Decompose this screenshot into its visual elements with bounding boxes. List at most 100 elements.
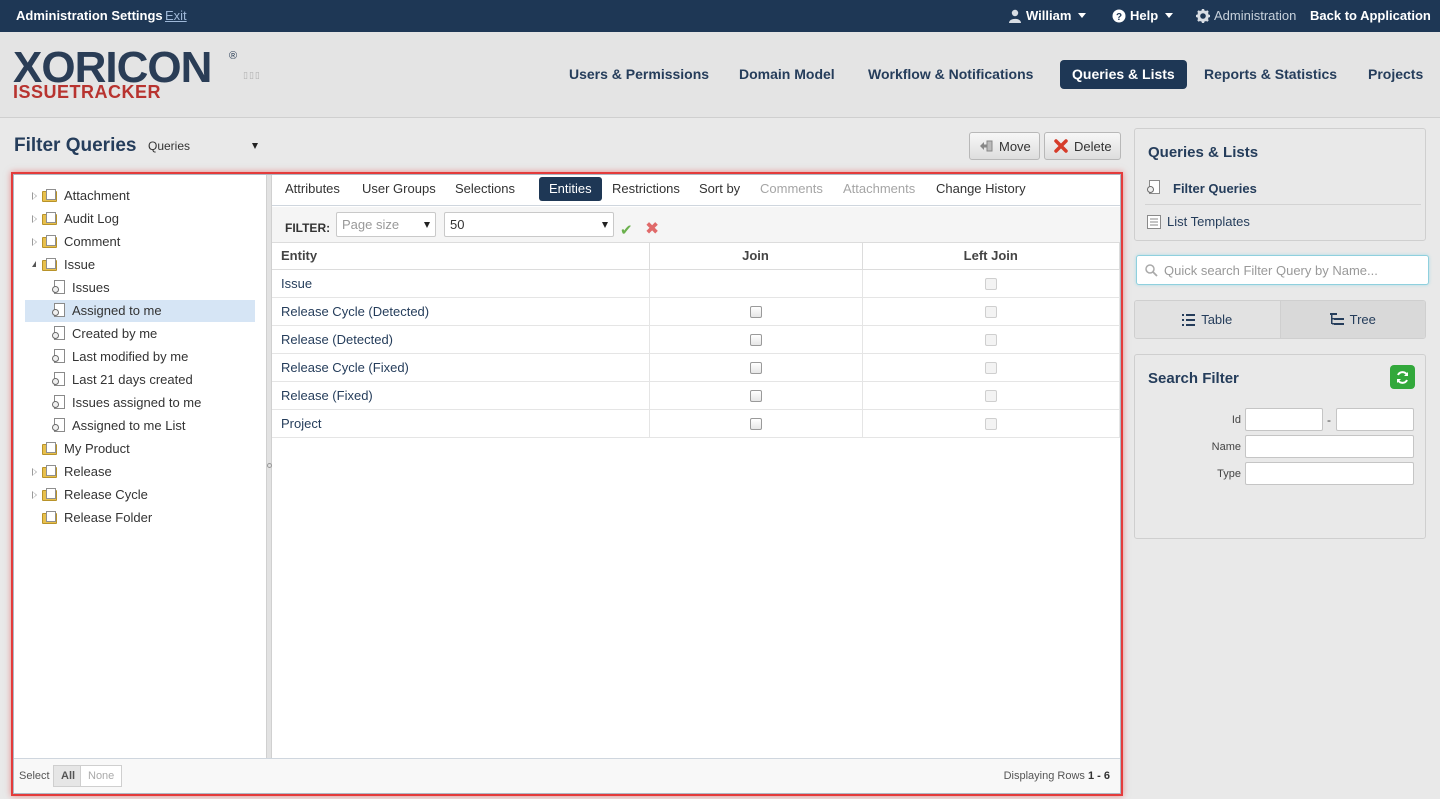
query-icon (52, 280, 66, 296)
name-field[interactable] (1245, 435, 1414, 458)
column-header-join[interactable]: Join (649, 243, 863, 270)
help-menu[interactable]: ? Help (1112, 8, 1174, 23)
administration-link[interactable]: Administration (1196, 8, 1296, 23)
expanded-arrow-icon[interactable] (32, 261, 36, 267)
delete-button[interactable]: Delete (1044, 132, 1121, 160)
tree-node[interactable]: Issue (14, 254, 254, 276)
id-from-field[interactable] (1245, 408, 1323, 431)
left-join-cell (862, 409, 1120, 438)
tab-entities[interactable]: Entities (539, 177, 602, 201)
select-none-button[interactable]: None (80, 765, 123, 787)
collapsed-arrow-icon[interactable] (32, 192, 37, 200)
tree-node[interactable]: Release Folder (14, 507, 254, 529)
folder-icon (42, 488, 58, 502)
collapsed-arrow-icon[interactable] (32, 238, 37, 246)
query-icon (52, 326, 66, 342)
tree-node[interactable]: My Product (14, 438, 254, 460)
app-title: Administration Settings (16, 8, 163, 23)
join-checkbox[interactable] (749, 334, 762, 347)
search-icon (1145, 263, 1158, 277)
tree-node[interactable]: Created by me (14, 323, 254, 345)
collapsed-arrow-icon[interactable] (32, 215, 37, 223)
nav-domain-model[interactable]: Domain Model (727, 60, 847, 89)
join-checkbox[interactable] (749, 390, 762, 403)
page-size-value-select[interactable]: 50 (444, 212, 614, 237)
tree-node[interactable]: Issues assigned to me (14, 392, 254, 414)
tree-node[interactable]: Assigned to me List (14, 415, 254, 437)
tree-node[interactable]: Last 21 days created (14, 369, 254, 391)
link-list-templates[interactable]: List Templates (1147, 214, 1250, 229)
entity-cell: Release (Detected) (272, 325, 650, 354)
tab-user-groups[interactable]: User Groups (352, 177, 446, 201)
panel-title: Queries & Lists (1148, 144, 1259, 161)
tree-node-label: Created by me (72, 326, 158, 341)
help-label: Help (1130, 8, 1159, 23)
entity-cell: Release Cycle (Detected) (272, 297, 650, 326)
entity-cell: Issue (272, 269, 650, 298)
tree-node[interactable]: Release Cycle (14, 484, 254, 506)
link-filter-queries[interactable]: Filter Queries (1147, 180, 1257, 196)
nav-projects[interactable]: Projects (1356, 60, 1435, 89)
gear-icon (1196, 8, 1210, 23)
id-to-field[interactable] (1336, 408, 1414, 431)
back-to-application-link[interactable]: Back to Application (1310, 8, 1431, 23)
page-size-select[interactable]: Page size (336, 212, 436, 237)
exit-link[interactable]: Exit (165, 8, 187, 23)
tab-attributes[interactable]: Attributes (275, 177, 350, 201)
join-checkbox[interactable] (749, 418, 762, 431)
join-checkbox[interactable] (749, 306, 762, 319)
column-header-entity[interactable]: Entity (272, 243, 650, 270)
id-label: Id (1231, 414, 1241, 426)
join-checkbox[interactable] (749, 362, 762, 375)
select-all-button[interactable]: All (53, 765, 84, 787)
quick-search-input[interactable] (1164, 262, 1424, 278)
delete-icon (1054, 139, 1068, 153)
tree-node[interactable]: Last modified by me (14, 346, 254, 368)
nav-workflow-notifications[interactable]: Workflow & Notifications (856, 60, 1045, 89)
tree-node[interactable]: Audit Log (14, 208, 254, 230)
move-button[interactable]: Move (969, 132, 1040, 160)
tab-change-history[interactable]: Change History (926, 177, 1036, 201)
tab-restrictions[interactable]: Restrictions (602, 177, 690, 201)
tab-sort-by[interactable]: Sort by (689, 177, 750, 201)
nav-queries-lists[interactable]: Queries & Lists (1060, 60, 1187, 89)
tree-node-label: Last 21 days created (72, 372, 193, 387)
apply-filter-icon[interactable]: ✔ (620, 221, 633, 239)
nav-reports-statistics[interactable]: Reports & Statistics (1192, 60, 1349, 89)
nav-users-permissions[interactable]: Users & Permissions (557, 60, 721, 89)
tree-node[interactable]: Attachment (14, 185, 254, 207)
query-editor-panel: Attachment Audit Log Comment Issue Issues Ass… (13, 174, 1121, 794)
page-title: Filter Queries (14, 135, 137, 156)
clear-filter-icon[interactable]: ✖ (645, 219, 659, 239)
tree-node[interactable]: Assigned to me (25, 300, 255, 322)
collapsed-arrow-icon[interactable] (32, 468, 37, 476)
tree-node[interactable]: Comment (14, 231, 254, 253)
rows-prefix: Displaying Rows (1003, 770, 1085, 782)
tab-attachments: Attachments (843, 181, 916, 196)
header: XORICON ® ISSUETRACKER ▯▯▯ Users & Permi… (0, 32, 1440, 118)
query-type-value: Queries (148, 139, 191, 153)
tree-node-label: My Product (64, 441, 130, 456)
folder-icon (42, 235, 58, 249)
chevron-down-icon (252, 143, 258, 149)
page-size-value: 50 (450, 217, 465, 232)
quick-search-field[interactable] (1136, 255, 1429, 285)
tree-node[interactable]: Release (14, 461, 254, 483)
view-tree-button[interactable]: Tree (1280, 301, 1425, 338)
type-label: Type (1217, 468, 1241, 480)
user-menu[interactable]: William (1008, 8, 1087, 23)
tab-selections[interactable]: Selections (445, 177, 525, 201)
administration-label: Administration (1214, 8, 1297, 23)
collapsed-arrow-icon[interactable] (32, 491, 37, 499)
query-type-select[interactable]: Queries (144, 136, 262, 156)
view-table-button[interactable]: Table (1135, 301, 1281, 338)
table-row: Release (Fixed) (272, 381, 1120, 410)
tree-node[interactable]: Issues (14, 277, 254, 299)
svg-text:?: ? (1116, 12, 1122, 23)
refresh-icon[interactable] (1390, 365, 1415, 389)
move-label: Move (999, 138, 1031, 154)
tree-node-label: Release (64, 464, 112, 479)
column-header-left-join[interactable]: Left Join (862, 243, 1120, 270)
select-label: Select (19, 770, 50, 782)
type-field[interactable] (1245, 462, 1414, 485)
